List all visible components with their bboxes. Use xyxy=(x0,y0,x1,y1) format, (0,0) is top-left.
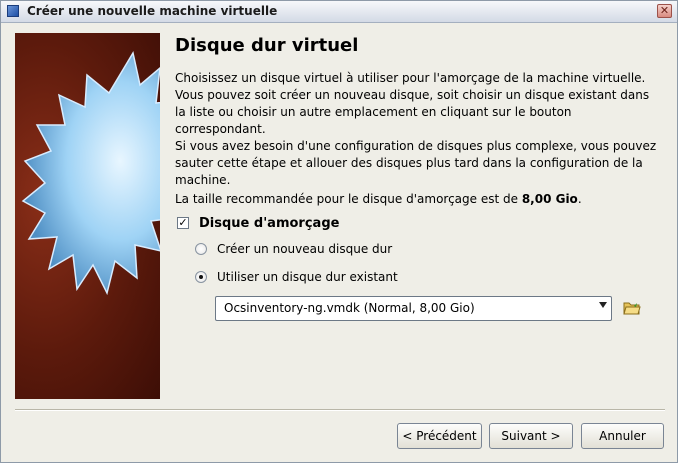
recommended-size-prefix: La taille recommandée pour le disque d'a… xyxy=(175,192,522,206)
close-button[interactable]: ✕ xyxy=(657,4,672,18)
use-existing-disk-label: Utiliser un disque dur existant xyxy=(217,270,398,284)
wizard-window: Créer une nouvelle machine virtuelle ✕ D… xyxy=(0,0,678,463)
recommended-size-suffix: . xyxy=(577,192,582,206)
selected-disk-value: Ocsinventory-ng.vmdk (Normal, 8,00 Gio) xyxy=(224,301,475,315)
starburst-icon xyxy=(21,50,160,296)
use-existing-disk-radio[interactable] xyxy=(195,271,207,283)
advanced-note-paragraph: Si vous avez besoin d'une configuration … xyxy=(175,139,657,187)
description-paragraph: Choisissez un disque virtuel à utiliser … xyxy=(175,71,650,136)
boot-disk-checkbox[interactable]: ✓ xyxy=(177,217,189,229)
chevron-down-icon[interactable] xyxy=(599,302,607,308)
cancel-button[interactable]: Annuler xyxy=(581,423,664,449)
window-title: Créer une nouvelle machine virtuelle xyxy=(27,4,278,18)
existing-disk-dropdown[interactable]: Ocsinventory-ng.vmdk (Normal, 8,00 Gio) xyxy=(215,296,612,321)
next-button[interactable]: Suivant > xyxy=(489,423,573,449)
recommended-size-value: 8,00 Gio xyxy=(521,192,578,206)
recommended-size-text: La taille recommandée pour le disque d'a… xyxy=(175,191,663,208)
wizard-banner-image xyxy=(15,33,160,399)
boot-disk-label: Disque d'amorçage xyxy=(199,216,340,231)
app-icon xyxy=(7,5,19,17)
folder-open-icon[interactable] xyxy=(623,300,641,316)
page-title: Disque dur virtuel xyxy=(175,35,359,56)
create-new-disk-radio[interactable] xyxy=(195,243,207,255)
back-button[interactable]: < Précédent xyxy=(397,423,482,449)
title-bar[interactable]: Créer une nouvelle machine virtuelle ✕ xyxy=(1,1,677,23)
button-divider xyxy=(15,409,665,411)
create-new-disk-label: Créer un nouveau disque dur xyxy=(217,242,393,256)
